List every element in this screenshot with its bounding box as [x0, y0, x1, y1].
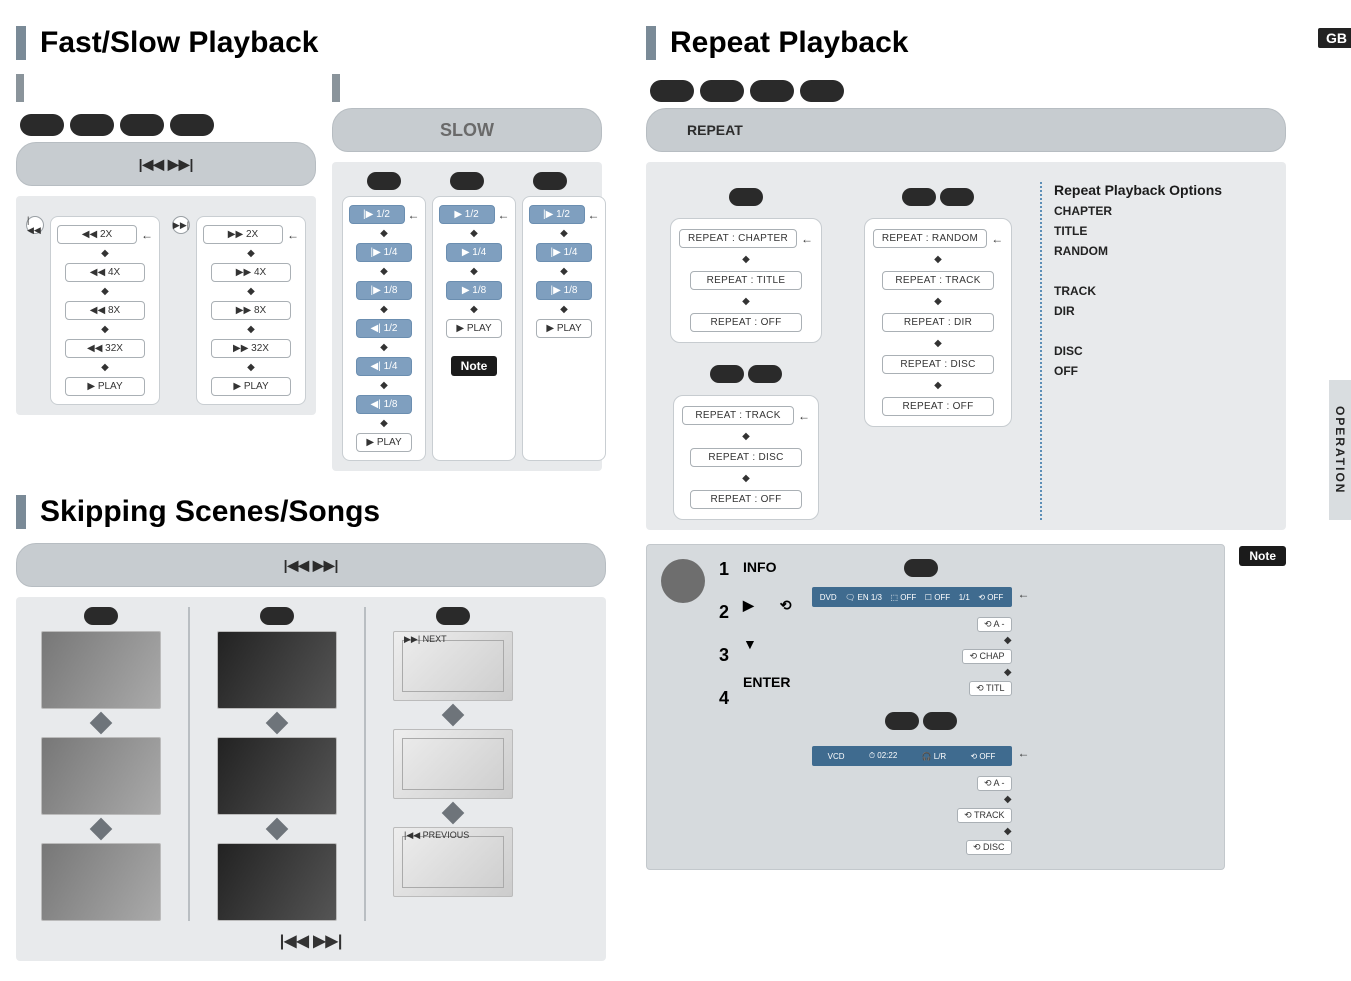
note-chip: Note — [451, 356, 498, 376]
remote-button-icon — [661, 559, 705, 603]
repeat-icon: ⟲ — [780, 597, 792, 614]
slow-flow-vcd: ▶ 1/2← ◆ ▶ 1/4 ◆ ▶ 1/8 ◆ ▶ PLAY Note — [432, 196, 516, 461]
repeat-title-bar: REPEAT — [646, 108, 1286, 152]
disc-type-ovals-repeat — [646, 74, 1286, 108]
accent-bar — [332, 74, 340, 102]
rewind-speed-flow: ◀◀ 2X← ◆ ◀◀ 4X ◆ ◀◀ 8X ◆ ◀◀ 32X ◆ ▶ PLAY — [50, 216, 160, 405]
repeat-options-list: CHAPTER TITLE RANDOM TRACK DIR DISC OFF — [1054, 204, 1276, 378]
side-tab-operation: OPERATION — [1329, 380, 1351, 520]
osd-strip-dvd: DVD 🗨 EN 1/3 ⬚ OFF ☐ OFF 1/1 ⟲ OFF — [812, 587, 1012, 607]
section-title-fastslow: Fast/Slow Playback — [16, 26, 606, 60]
forward-speed-flow: ▶▶ 2X← ◆ ▶▶ 4X ◆ ▶▶ 8X ◆ ▶▶ 32X ◆ ▶ PLAY — [196, 216, 306, 405]
skip-keys-bar-2: |◀◀ ▶▶| — [16, 543, 606, 587]
note-chip: Note — [1239, 546, 1286, 566]
repeat-options-title: Repeat Playback Options — [1054, 182, 1276, 198]
slow-flow-divx: |▶ 1/2← ◆ |▶ 1/4 ◆ |▶ 1/8 ◆ ▶ PLAY — [522, 196, 606, 461]
cursor-down-icon: ▼ — [743, 636, 792, 652]
disc-type-ovals — [16, 108, 316, 142]
skip-keys-footer: |◀◀ ▶▶| — [26, 931, 596, 951]
skip-thumbs-col-3: ▶▶| NEXT |◀◀ PREVIOUS — [378, 607, 528, 921]
step-info-label: INFO — [743, 559, 792, 575]
osd-strip-vcd: VCD ⏱ 02:22 🎧 L/R ⟲ OFF — [812, 746, 1012, 766]
down-arrow-icon: ◆ — [101, 248, 109, 259]
repeat-flow-mp3: REPEAT : RANDOM← ◆ REPEAT : TRACK ◆ REPE… — [864, 218, 1012, 427]
repeat-flow-dvd: REPEAT : CHAPTER← ◆ REPEAT : TITLE ◆ REP… — [670, 218, 822, 343]
slow-flow-dvd: |▶ 1/2← ◆ |▶ 1/4 ◆ |▶ 1/8 ◆ ◀| 1/2 ◆ ◀| … — [342, 196, 426, 461]
accent-bar — [16, 74, 24, 102]
cursor-right-icon: ▶ — [743, 597, 754, 614]
section-title-skipping: Skipping Scenes/Songs — [16, 495, 606, 529]
page-lang-badge: GB — [1318, 28, 1351, 48]
repeat-info-steps-panel: 1 2 3 4 INFO ▶ ⟲ ▼ ENTER — [646, 544, 1225, 870]
section-title-repeat: Repeat Playback — [646, 26, 1286, 60]
enter-label: ENTER — [743, 674, 792, 690]
rewind-button-icon[interactable]: |◀◀ — [26, 216, 44, 234]
down-diamond-icon — [90, 712, 113, 735]
skip-keys-bar: |◀◀ ▶▶| — [16, 142, 316, 186]
slow-title-bar: SLOW — [332, 108, 602, 152]
repeat-flow-cd: REPEAT : TRACK← ◆ REPEAT : DISC ◆ REPEAT… — [673, 395, 819, 520]
forward-button-icon[interactable]: ▶▶| — [172, 216, 190, 234]
skip-thumbs-col-2 — [202, 607, 352, 921]
skip-thumbs-col-1 — [26, 607, 176, 921]
